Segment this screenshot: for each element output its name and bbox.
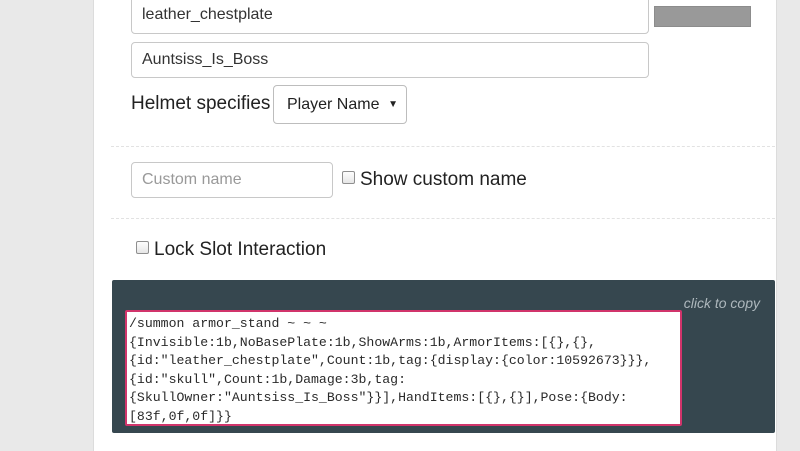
section-divider	[111, 146, 775, 147]
command-line: [83f,0f,0f]}}	[129, 408, 232, 424]
helmet-type-value: Player Name	[287, 95, 380, 113]
command-line: {Invisible:1b,NoBasePlate:1b,ShowArms:1b…	[129, 334, 596, 350]
lock-slot-label: Lock Slot Interaction	[154, 239, 327, 260]
command-line: {id:"skull",Count:1b,Damage:3b,tag:	[129, 371, 406, 387]
command-text[interactable]: /summon armor_stand ~ ~ ~ {Invisible:1b,…	[125, 310, 682, 426]
custom-name-input[interactable]	[131, 162, 333, 198]
lock-slot-checkbox[interactable]	[136, 241, 149, 254]
skull-owner-input[interactable]	[131, 42, 649, 78]
command-line: /summon armor_stand ~ ~ ~	[129, 316, 327, 331]
section-divider	[111, 218, 775, 219]
helmet-type-select[interactable]: Player Name ▼	[273, 85, 407, 124]
color-swatch[interactable]	[654, 6, 751, 27]
copy-hint: click to copy	[683, 295, 760, 311]
command-output-box[interactable]: click to copy /summon armor_stand ~ ~ ~ …	[112, 280, 775, 433]
chevron-down-icon: ▼	[388, 99, 398, 110]
command-line: {id:"leather_chestplate",Count:1b,tag:{d…	[129, 353, 652, 368]
helmet-specifies-label: Helmet specifies	[131, 93, 271, 114]
show-custom-name-label: Show custom name	[360, 169, 527, 190]
item-id-input[interactable]	[131, 0, 649, 34]
command-line: {SkullOwner:"Auntsiss_Is_Boss"}}],HandIt…	[129, 390, 628, 405]
show-custom-name-checkbox[interactable]	[342, 171, 355, 184]
